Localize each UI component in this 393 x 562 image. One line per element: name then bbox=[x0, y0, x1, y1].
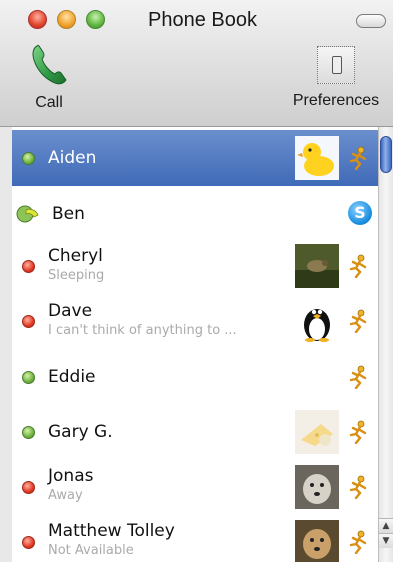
available-status-icon bbox=[22, 152, 35, 165]
away-status-icon bbox=[22, 481, 35, 494]
away-status-icon bbox=[22, 536, 35, 549]
available-status-icon bbox=[22, 371, 35, 384]
golden-dog-avatar bbox=[295, 520, 339, 562]
skype-online-icon bbox=[16, 205, 39, 223]
contact-name: Aiden bbox=[48, 148, 97, 168]
minimize-window-button[interactable] bbox=[57, 10, 76, 29]
call-label: Call bbox=[35, 94, 63, 111]
contact-name: Cheryl bbox=[48, 246, 103, 266]
contact-list: Aiden Ben S Cheryl Sleeping Dave I can't… bbox=[12, 127, 378, 562]
contact-row-ben[interactable]: Ben S bbox=[12, 186, 378, 242]
aim-running-man-icon bbox=[349, 475, 367, 499]
contact-row-dave[interactable]: Dave I can't think of anything to ... bbox=[12, 295, 378, 351]
aim-running-man-icon bbox=[349, 420, 367, 444]
contact-status: Sleeping bbox=[48, 268, 105, 283]
skype-icon: S bbox=[348, 201, 372, 225]
aim-running-man-icon bbox=[349, 146, 367, 170]
penguin-avatar bbox=[295, 299, 339, 343]
rubber-duck-avatar bbox=[295, 136, 339, 180]
preferences-label: Preferences bbox=[292, 92, 380, 109]
dog-avatar bbox=[295, 465, 339, 509]
bird-avatar bbox=[295, 244, 339, 288]
contact-name: Jonas bbox=[48, 466, 94, 486]
aim-running-man-icon bbox=[349, 309, 367, 333]
scroll-up-arrow[interactable]: ▲ bbox=[379, 518, 393, 533]
contact-row-matthew-tolley[interactable]: Matthew Tolley Not Available bbox=[12, 515, 378, 562]
available-status-icon bbox=[22, 426, 35, 439]
contact-status: Not Available bbox=[48, 543, 134, 558]
zoom-window-button[interactable] bbox=[86, 10, 105, 29]
away-status-icon bbox=[22, 315, 35, 328]
contact-list-scrollbar[interactable]: ▲ ▼ bbox=[378, 127, 393, 562]
light-switch-icon bbox=[317, 46, 355, 84]
toolbar-toggle-button[interactable] bbox=[356, 14, 386, 28]
phone-book-window: Phone Book Call Preferences Aiden Ben S … bbox=[0, 0, 393, 562]
phone-handset-icon bbox=[32, 44, 67, 85]
contact-name: Ben bbox=[52, 204, 85, 224]
window-title: Phone Book bbox=[148, 9, 257, 31]
contact-name: Dave bbox=[48, 301, 93, 321]
close-window-button[interactable] bbox=[28, 10, 47, 29]
contact-name: Matthew Tolley bbox=[48, 521, 175, 541]
window-left-edge bbox=[0, 127, 12, 562]
contact-row-eddie[interactable]: Eddie bbox=[12, 350, 378, 406]
contact-status: I can't think of anything to ... bbox=[48, 323, 237, 338]
preferences-button[interactable]: Preferences bbox=[284, 42, 388, 110]
contact-row-cheryl[interactable]: Cheryl Sleeping bbox=[12, 240, 378, 296]
contact-row-gary-g[interactable]: Gary G. bbox=[12, 405, 378, 461]
contact-name: Eddie bbox=[48, 367, 96, 387]
cheese-avatar bbox=[295, 410, 339, 454]
contact-name: Gary G. bbox=[48, 422, 113, 442]
contact-row-jonas[interactable]: Jonas Away bbox=[12, 460, 378, 516]
title-bar: Phone Book Call Preferences bbox=[0, 0, 393, 127]
away-status-icon bbox=[22, 260, 35, 273]
contact-status: Away bbox=[48, 488, 83, 503]
contact-row-aiden[interactable]: Aiden bbox=[12, 130, 378, 186]
aim-running-man-icon bbox=[349, 254, 367, 278]
scroll-down-arrow[interactable]: ▼ bbox=[379, 533, 393, 548]
scrollbar-thumb[interactable] bbox=[380, 136, 392, 173]
aim-running-man-icon bbox=[349, 530, 367, 554]
call-button[interactable]: Call bbox=[14, 42, 84, 112]
aim-running-man-icon bbox=[349, 365, 367, 389]
